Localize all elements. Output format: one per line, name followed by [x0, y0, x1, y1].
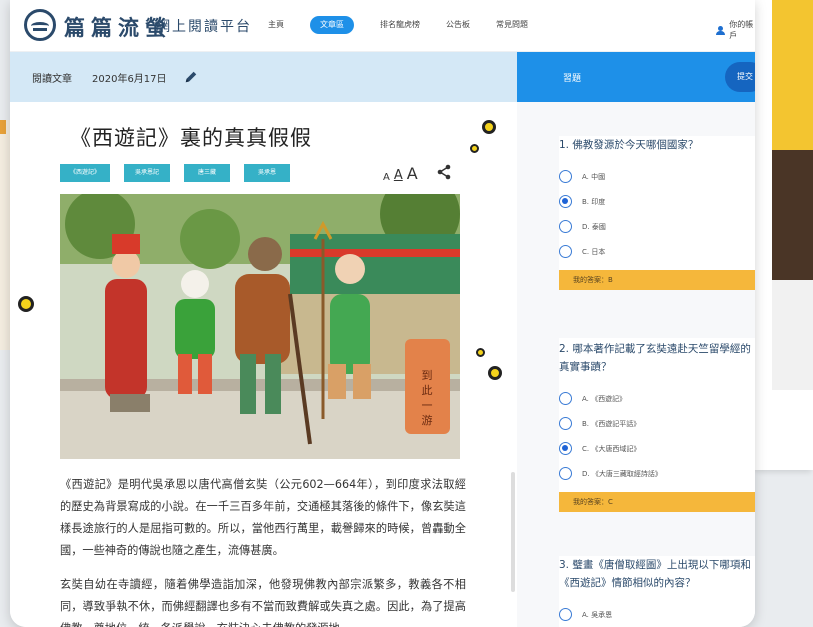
- quiz-panel: 1. 佛教發源於今天哪個國家？ A. 中國 B. 印度 D. 泰國 C. 日本 …: [517, 102, 755, 627]
- main-nav: 主頁 文章區 排名龍虎榜 公告板 常見問題: [268, 16, 528, 34]
- option-label: B. 印度: [582, 197, 606, 206]
- radio-button[interactable]: [559, 417, 572, 430]
- user-icon: [716, 25, 726, 35]
- radio-button-selected[interactable]: [559, 442, 572, 455]
- nav-item-home[interactable]: 主頁: [268, 16, 284, 34]
- option-label: C. 日本: [582, 247, 606, 256]
- radio-button[interactable]: [559, 245, 572, 258]
- answer-option[interactable]: B. 《西遊記平話》: [559, 411, 755, 436]
- user-account-menu[interactable]: 你的帳戶: [716, 19, 755, 41]
- answer-option[interactable]: D. 《大唐三藏取經詩話》: [559, 461, 755, 486]
- pencil-icon[interactable]: [184, 70, 198, 84]
- answer-option[interactable]: A. 吳承恩: [559, 602, 755, 627]
- option-label: C. 《大唐西域記》: [582, 444, 641, 453]
- quiz-header-label: 習題: [563, 74, 582, 84]
- question-text: 2. 哪本著作記載了玄奘遠赴天竺留學經的真實事蹟？: [559, 343, 751, 373]
- radio-button[interactable]: [559, 392, 572, 405]
- radio-button[interactable]: [559, 608, 572, 621]
- article-tag[interactable]: 吳承恩記: [124, 164, 171, 182]
- share-icon[interactable]: [436, 164, 452, 180]
- svg-text:此: 此: [422, 384, 433, 397]
- svg-text:一: 一: [422, 399, 433, 412]
- decorative-dot: [482, 120, 496, 134]
- article-info-bar: 閱讀文章 2020年6月17日: [10, 52, 517, 102]
- article-tag[interactable]: 《西遊記》: [60, 164, 111, 182]
- article-tag[interactable]: 吳承恩: [244, 164, 291, 182]
- answer-option[interactable]: C. 《大唐西域記》: [559, 436, 755, 461]
- user-account-label: 你的帳戶: [729, 20, 754, 40]
- radio-button[interactable]: [559, 170, 572, 183]
- my-answer-badge: 我的答案：B: [559, 270, 755, 290]
- top-navigation-bar: 篇篇流螢 網上閱讀平台 主頁 文章區 排名龍虎榜 公告板 常見問題 你的帳戶: [10, 0, 755, 52]
- logo-subtitle: 網上閱讀平台: [156, 19, 252, 35]
- article-tags: 《西遊記》 吳承恩記 唐三藏 吳承恩: [60, 164, 291, 182]
- nav-item-ranking[interactable]: 排名龍虎榜: [380, 16, 420, 34]
- font-size-controls: A A A: [383, 164, 418, 183]
- article-tag[interactable]: 唐三藏: [184, 164, 231, 182]
- radio-button-selected[interactable]: [559, 195, 572, 208]
- article-title: 《西遊記》裏的真真假假: [70, 126, 312, 150]
- article-photo: 到 此 一 游: [60, 194, 460, 459]
- question-card: 3. 璧畫《唐僧取經圖》上出現以下哪項和《西遊記》情節相似的內容？ A. 吳承恩: [559, 556, 755, 627]
- article-date: 2020年6月17日: [92, 74, 167, 85]
- answer-option[interactable]: C. 日本: [559, 239, 755, 264]
- question-card: 1. 佛教發源於今天哪個國家？ A. 中國 B. 印度 D. 泰國 C. 日本 …: [559, 136, 755, 290]
- article-panel: 《西遊記》裏的真真假假 《西遊記》 吳承恩記 唐三藏 吳承恩 A A A 到 此…: [10, 102, 517, 627]
- article-scrollbar[interactable]: [511, 472, 515, 592]
- decorative-dot: [476, 348, 485, 357]
- font-size-large-button[interactable]: A: [407, 164, 418, 183]
- browser-window: 篇篇流螢 網上閱讀平台 主頁 文章區 排名龍虎榜 公告板 常見問題 你的帳戶 閱…: [10, 0, 755, 627]
- quiz-header: 習題 提交: [517, 52, 755, 102]
- question-card: 2. 哪本著作記載了玄奘遠赴天竺留學經的真實事蹟？ A. 《西遊記》 B. 《西…: [559, 338, 755, 512]
- answer-option[interactable]: A. 《西遊記》: [559, 386, 755, 411]
- svg-text:到: 到: [422, 369, 433, 382]
- article-paragraph: 《西遊記》是明代吳承恩以唐代高僧玄奘（公元602—664年），到印度求法取經的歷…: [60, 478, 466, 557]
- submit-button[interactable]: 提交: [725, 62, 755, 92]
- answer-option[interactable]: A. 中國: [559, 164, 755, 189]
- font-size-medium-button[interactable]: A: [394, 168, 403, 183]
- background-device-right: [752, 0, 813, 470]
- option-label: A. 中國: [582, 172, 606, 181]
- option-label: B. 《西遊記平話》: [582, 419, 641, 428]
- radio-button[interactable]: [559, 467, 572, 480]
- decorative-dot: [470, 144, 479, 153]
- my-answer-badge: 我的答案：C: [559, 492, 755, 512]
- option-label: A. 吳承恩: [582, 610, 613, 619]
- option-label: A. 《西遊記》: [582, 394, 627, 403]
- logo-icon[interactable]: [24, 9, 56, 41]
- question-text: 3. 璧畫《唐僧取經圖》上出現以下哪項和《西遊記》情節相似的內容？: [559, 559, 751, 589]
- decorative-dot: [18, 296, 34, 312]
- article-body: 《西遊記》是明代吳承恩以唐代高僧玄奘（公元602—664年），到印度求法取經的歷…: [60, 474, 466, 627]
- article-paragraph: 玄奘自幼在寺讀經，隨着佛學造詣加深，他發現佛教內部宗派繁多，教義各不相同，導致爭…: [60, 578, 466, 627]
- svg-text:游: 游: [422, 414, 433, 427]
- nav-item-notices[interactable]: 公告板: [446, 16, 470, 34]
- decorative-dot: [488, 366, 502, 380]
- option-label: D. 《大唐三藏取經詩話》: [582, 469, 662, 478]
- nav-item-articles[interactable]: 文章區: [310, 16, 354, 34]
- answer-option[interactable]: D. 泰國: [559, 214, 755, 239]
- answer-option[interactable]: B. 印度: [559, 189, 755, 214]
- nav-item-faq[interactable]: 常見問題: [496, 16, 528, 34]
- option-label: D. 泰國: [582, 222, 606, 231]
- question-text: 1. 佛教發源於今天哪個國家？: [559, 139, 699, 151]
- font-size-small-button[interactable]: A: [383, 172, 390, 183]
- radio-button[interactable]: [559, 220, 572, 233]
- article-section-label: 閱讀文章: [32, 74, 72, 85]
